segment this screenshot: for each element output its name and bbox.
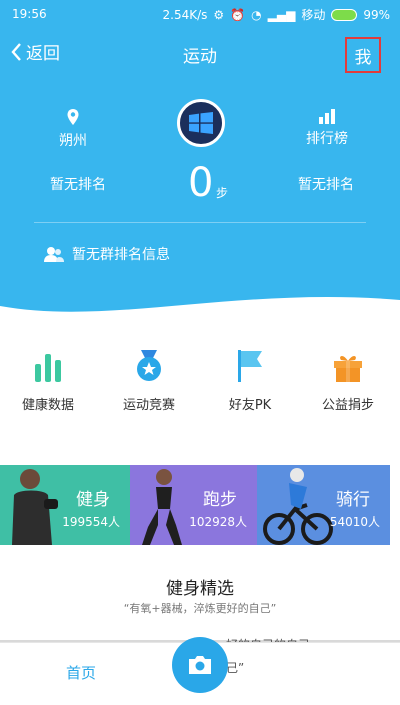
- category-cards: 健身 199554人 跑步 102928人 骑行 54010人: [0, 465, 400, 545]
- flag-icon: [238, 350, 262, 382]
- charity-steps-button[interactable]: 公益捐步: [303, 350, 393, 413]
- fitness-card[interactable]: 健身 199554人: [0, 465, 130, 545]
- network-speed: 2.54K/s: [162, 7, 208, 22]
- cycling-card[interactable]: 骑行 54010人: [257, 465, 390, 545]
- group-ranking-row[interactable]: 暂无群排名信息: [44, 244, 170, 264]
- competition-label: 运动竞赛: [122, 398, 175, 413]
- step-unit: 步: [216, 186, 229, 200]
- tab-home[interactable]: 首页: [66, 662, 96, 683]
- hero-wave: [0, 296, 400, 326]
- wifi-icon: ◔: [251, 7, 262, 22]
- tab-bar: 首页: [0, 637, 400, 705]
- friend-rank-text: 暂无排名: [298, 177, 354, 193]
- running-card[interactable]: 跑步 102928人: [130, 465, 257, 545]
- health-data-icon: [35, 354, 61, 382]
- battery-level: 99%: [363, 7, 390, 22]
- leaderboard-button[interactable]: 排行榜: [292, 108, 362, 148]
- leaderboard-label: 排行榜: [306, 131, 348, 147]
- camera-button[interactable]: [172, 637, 228, 693]
- status-bar: 19:56 2.54K/s ⚙ ⏰ ◔ ▂▄▆ 移动 99%: [0, 0, 400, 28]
- step-count: 0: [188, 160, 214, 206]
- health-data-button[interactable]: 健康数据: [3, 350, 93, 413]
- hero-divider: [34, 222, 366, 223]
- carrier-label: 移动: [301, 8, 326, 22]
- friend-pk-button[interactable]: 好友PK: [205, 350, 295, 413]
- competition-button[interactable]: 运动竞赛: [104, 350, 194, 413]
- me-button[interactable]: 我: [345, 37, 381, 73]
- gift-icon: [334, 355, 362, 382]
- page-title: 运动: [183, 47, 217, 67]
- health-data-label: 健康数据: [21, 398, 74, 413]
- running-person-image: [142, 469, 182, 545]
- signal-icon: ▂▄▆: [267, 7, 296, 22]
- medal-icon: [137, 350, 161, 381]
- location-button[interactable]: 朔州: [38, 108, 108, 150]
- status-icons: 2.54K/s ⚙ ⏰ ◔ ▂▄▆ 移动 99%: [163, 6, 390, 23]
- hero-panel: 19:56 2.54K/s ⚙ ⏰ ◔ ▂▄▆ 移动 99% 返回 运动 我 朔…: [0, 0, 400, 326]
- friend-pk-label: 好友PK: [228, 398, 272, 413]
- cycling-card-count: 54010人: [329, 515, 380, 529]
- featured-title: 健身精选: [166, 579, 234, 599]
- avatar[interactable]: [177, 99, 225, 147]
- camera-icon: [189, 656, 211, 674]
- settings-icon: ⚙: [213, 7, 225, 22]
- step-counter: 0 步: [180, 160, 240, 210]
- location-pin-icon: [67, 109, 79, 125]
- group-ranking-label: 暂无群排名信息: [72, 247, 170, 263]
- cycling-card-title: 骑行: [336, 490, 370, 510]
- windows-logo-icon: [189, 112, 213, 134]
- city-rank-text: 暂无排名: [50, 177, 106, 193]
- featured-subtitle: “有氧+器械，淬炼更好的自己”: [123, 602, 277, 615]
- overlapping-text-bottom: 己”: [226, 661, 245, 675]
- alarm-icon: ⏰: [230, 7, 246, 22]
- location-label: 朔州: [59, 133, 87, 149]
- status-time: 19:56: [12, 7, 47, 21]
- running-card-title: 跑步: [203, 490, 237, 510]
- bar-chart-icon: [319, 109, 335, 124]
- nav-bar: 返回 运动 我: [0, 32, 400, 73]
- cyclist-image: [263, 468, 333, 545]
- running-card-count: 102928人: [189, 515, 247, 529]
- fitness-person-image: [12, 469, 58, 545]
- fitness-card-title: 健身: [76, 490, 110, 510]
- battery-icon: [331, 8, 358, 21]
- group-users-icon: [44, 247, 64, 262]
- fitness-card-count: 199554人: [62, 515, 120, 529]
- charity-steps-label: 公益捐步: [321, 398, 374, 413]
